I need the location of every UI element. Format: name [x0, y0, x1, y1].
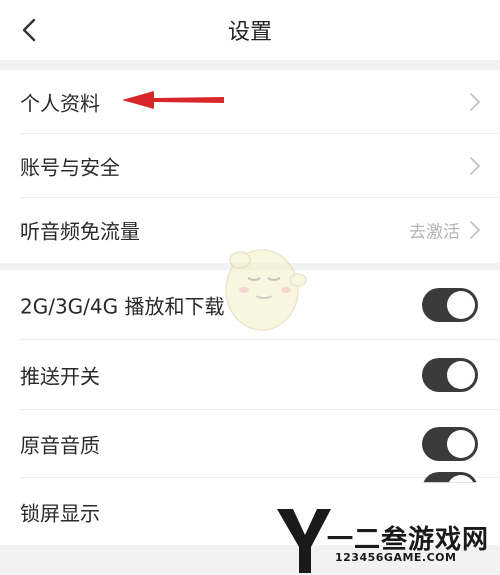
toggle-knob — [447, 430, 475, 458]
navigation-bar: 设置 — [0, 0, 500, 60]
row-push-switch: 推送开关 — [0, 340, 500, 410]
row-label: 锁屏显示 — [20, 501, 100, 526]
row-label: 推送开关 — [20, 364, 100, 389]
watermark-url: 123456GAME.COM — [335, 551, 457, 564]
site-watermark: 一二叁游戏网 123456GAME.COM — [275, 505, 500, 575]
y-logo-icon — [277, 509, 331, 573]
red-arrow-annotation — [122, 91, 224, 109]
row-profile[interactable]: 个人资料 — [0, 70, 500, 134]
row-label: 听音频免流量 — [20, 219, 140, 244]
row-label: 个人资料 — [20, 91, 100, 116]
chevron-right-icon — [470, 221, 480, 239]
chevron-right-icon — [470, 93, 480, 111]
row-label: 2G/3G/4G 播放和下载 — [20, 294, 225, 319]
toggle-knob — [447, 361, 475, 389]
toggle-knob — [447, 291, 475, 319]
account-settings-group: 个人资料 账号与安全 听音频免流量 去激活 — [0, 70, 500, 263]
row-original-quality: 原音音质 — [0, 410, 500, 478]
push-toggle[interactable] — [422, 358, 478, 392]
lockscreen-toggle[interactable] — [422, 472, 478, 483]
activate-link[interactable]: 去激活 — [409, 218, 460, 243]
original-quality-toggle[interactable] — [422, 427, 478, 461]
row-label: 账号与安全 — [20, 155, 120, 180]
chevron-right-icon — [470, 157, 480, 175]
mascot-watermark-icon — [225, 249, 307, 331]
mobile-data-toggle[interactable] — [422, 288, 478, 322]
toggle-knob — [447, 475, 475, 483]
row-account-security[interactable]: 账号与安全 — [0, 134, 500, 198]
row-label: 原音音质 — [20, 433, 100, 458]
page-title: 设置 — [227, 20, 272, 45]
